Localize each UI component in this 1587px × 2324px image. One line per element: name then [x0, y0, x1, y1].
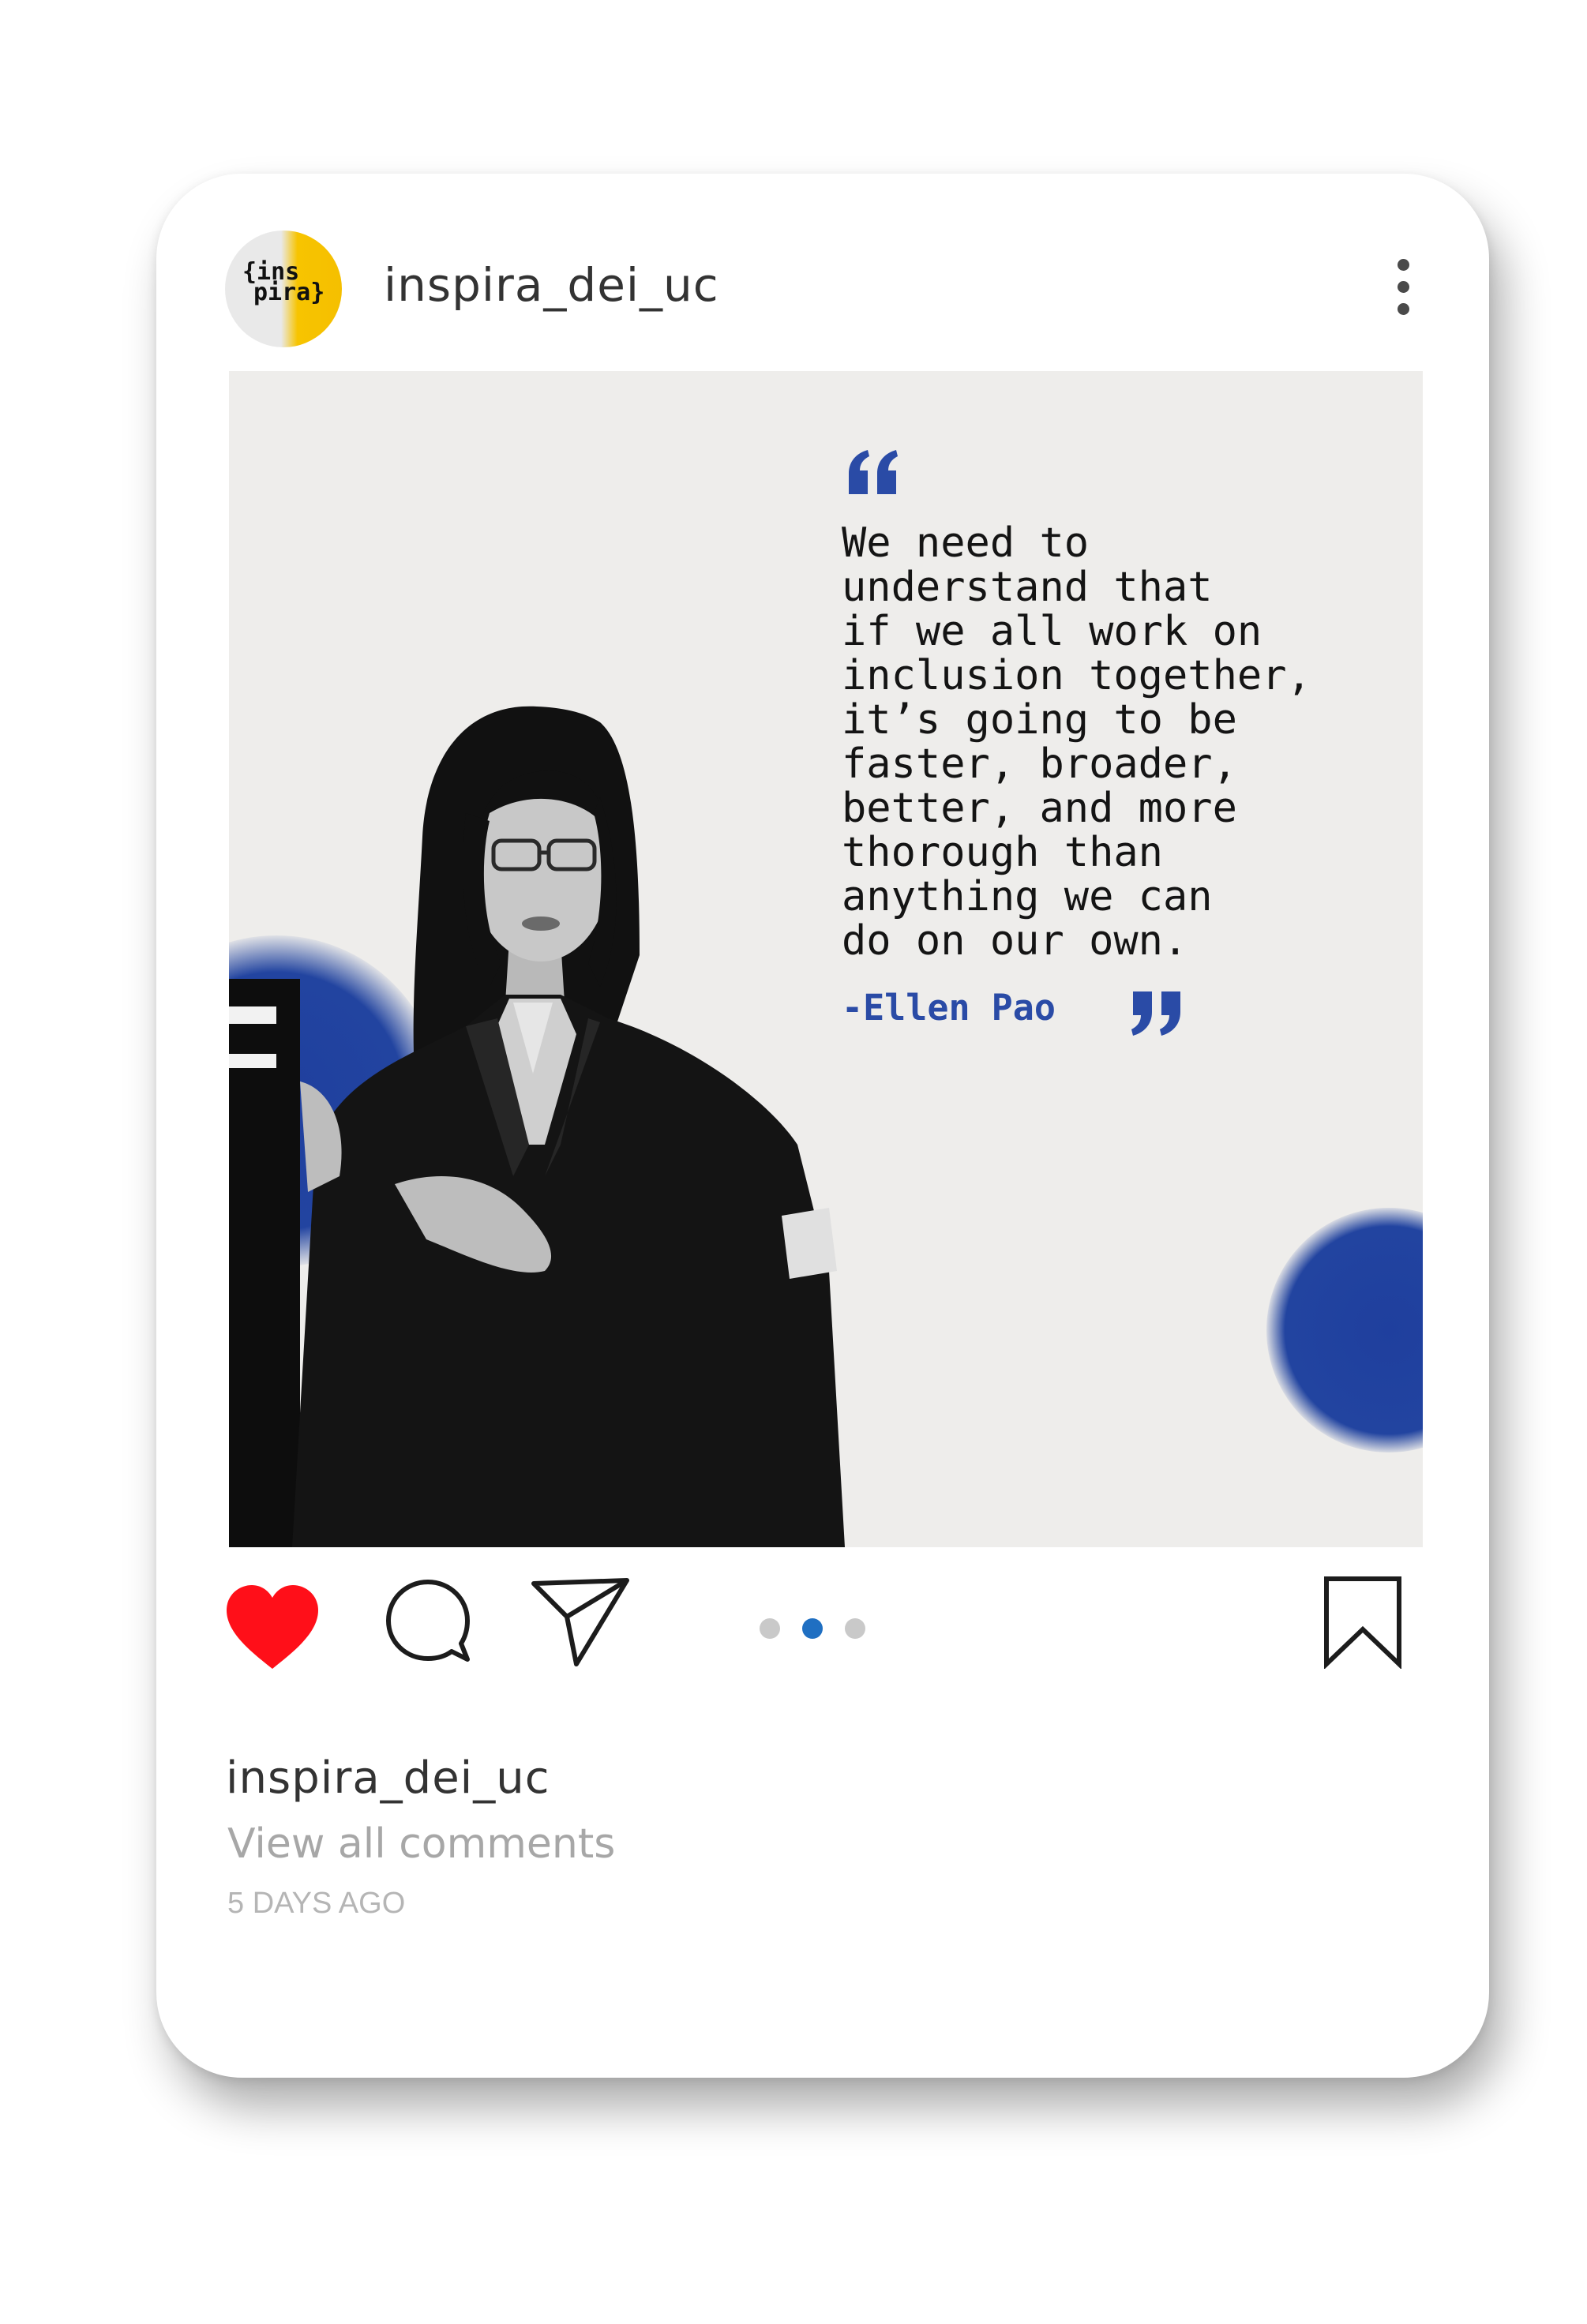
carousel-indicator: [760, 1618, 870, 1639]
quote-close-icon: [1131, 991, 1180, 1036]
inspira-logo: {ins pira}: [242, 258, 325, 306]
carousel-dot[interactable]: [845, 1618, 865, 1639]
quote-open-icon: [849, 450, 898, 494]
heart-icon[interactable]: [223, 1584, 321, 1670]
avatar[interactable]: {ins pira}: [225, 231, 342, 347]
post-username[interactable]: inspira_dei_uc: [384, 258, 719, 312]
comment-icon[interactable]: [382, 1576, 474, 1667]
carousel-dot[interactable]: [760, 1618, 780, 1639]
more-vertical-icon[interactable]: [1396, 259, 1412, 316]
quote-text: We need to understand that if we all work …: [842, 519, 1311, 965]
share-icon[interactable]: [529, 1576, 632, 1669]
post-image[interactable]: We need to understand that if we all work …: [229, 371, 1423, 1547]
post-timestamp: 5 DAYS AGO: [227, 1887, 406, 1920]
blue-circle-decoration: [1266, 1208, 1423, 1452]
speaker-portrait: [229, 706, 845, 1547]
bookmark-icon[interactable]: [1322, 1576, 1404, 1669]
view-all-comments-link[interactable]: View all comments: [227, 1820, 615, 1868]
caption-username[interactable]: inspira_dei_uc: [226, 1752, 550, 1804]
carousel-dot-active[interactable]: [802, 1618, 823, 1639]
quote-author: -Ellen Pao: [842, 987, 1056, 1029]
